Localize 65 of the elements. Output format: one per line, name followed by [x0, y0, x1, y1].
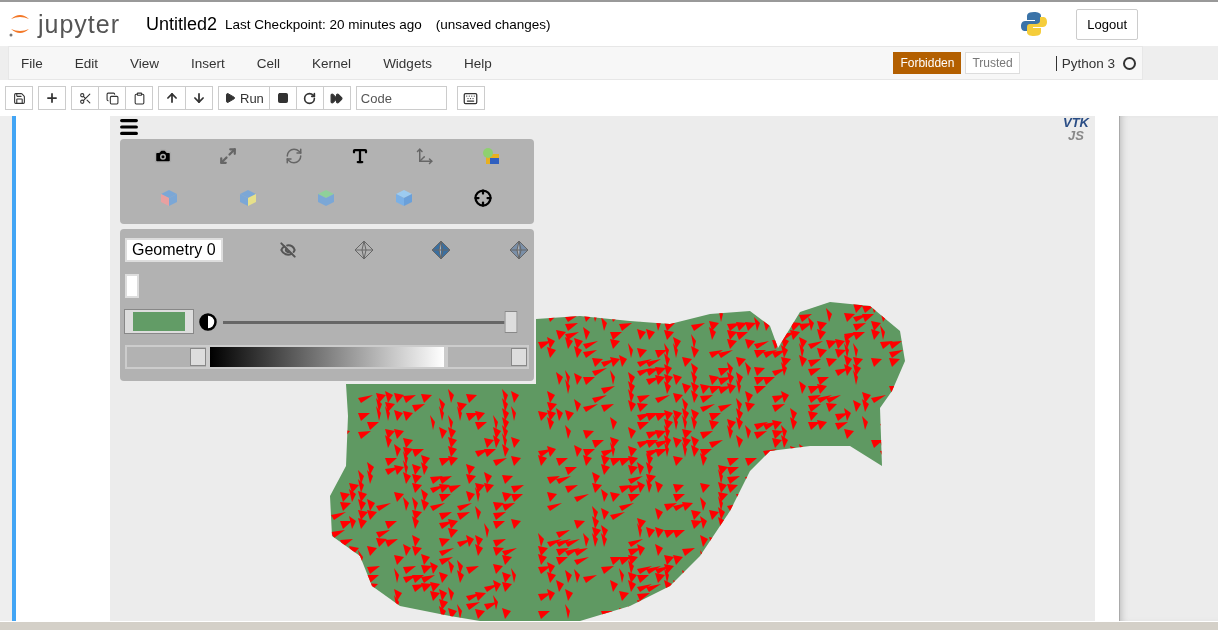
save-button[interactable] [5, 86, 33, 110]
surface-edges-icon[interactable] [508, 240, 529, 260]
python-logo-icon [1020, 10, 1049, 38]
scissors-icon [78, 91, 92, 105]
axes-icon[interactable] [416, 147, 435, 165]
spinner-icon[interactable] [511, 348, 527, 366]
plus-icon [45, 91, 59, 105]
opacity-icon [199, 312, 217, 331]
insert-cell-button[interactable] [38, 86, 66, 110]
trusted-button[interactable]: Trusted [965, 52, 1020, 74]
save-icon [12, 91, 26, 105]
notebook-title[interactable]: Untitled2 [146, 13, 218, 35]
keyboard-button[interactable] [456, 86, 485, 110]
vtk-viewport[interactable]: VTK JS Geometry 0 [110, 116, 1095, 621]
copy-icon [105, 91, 119, 105]
move-down-button[interactable] [185, 86, 213, 110]
run-all-button[interactable] [322, 86, 351, 110]
surface-icon[interactable] [431, 240, 452, 260]
widget-notification[interactable]: Forbidden [893, 52, 962, 74]
color-swatch[interactable] [125, 310, 193, 333]
vtk-logo-text: VTK [1063, 116, 1089, 129]
move-up-button[interactable] [158, 86, 186, 110]
spinner-icon[interactable] [189, 348, 206, 366]
visibility-icon[interactable] [280, 242, 297, 258]
stop-button[interactable] [268, 86, 297, 110]
cut-button[interactable] [71, 86, 99, 110]
colormap-select[interactable] [207, 345, 447, 369]
logout-button[interactable]: Logout [1076, 8, 1138, 40]
range-min-field[interactable] [125, 345, 208, 369]
fast-forward-icon [330, 91, 344, 105]
range-max-field[interactable] [446, 345, 529, 369]
paste-button[interactable] [125, 86, 153, 110]
play-icon [224, 92, 236, 104]
camera-icon[interactable] [153, 147, 172, 165]
menu-item[interactable]: Kernel [304, 55, 366, 71]
save-status: (unsaved changes) [435, 16, 551, 32]
menu-item[interactable]: Edit [66, 55, 113, 71]
rotate-icon[interactable] [285, 147, 304, 165]
copy-button[interactable] [98, 86, 126, 110]
checkpoint-text: Last Checkpoint: 20 minutes ago [225, 16, 422, 32]
component-field[interactable] [125, 274, 139, 298]
menu-item[interactable]: Cell [248, 55, 295, 71]
fullscreen-icon[interactable] [219, 147, 238, 165]
jupyter-logo-text[interactable]: jupyter [38, 9, 121, 39]
restart-button[interactable] [295, 86, 324, 110]
keyboard-icon [463, 90, 479, 106]
crosshair-icon[interactable] [473, 189, 492, 207]
cell-type-select[interactable]: Code [355, 86, 447, 110]
menu-item[interactable]: Insert [183, 55, 239, 71]
cube-icon[interactable] [238, 189, 257, 207]
js-logo-text: JS [1068, 129, 1084, 142]
slider-thumb[interactable] [504, 310, 518, 333]
geometry-select[interactable]: Geometry 0 [125, 238, 223, 262]
menu-item[interactable]: View [122, 55, 174, 71]
palette-icon[interactable] [482, 147, 501, 165]
run-button[interactable]: Run [218, 86, 270, 110]
restart-icon [303, 91, 317, 105]
text-icon[interactable] [350, 147, 369, 165]
kernel-name: Python 3 [1055, 55, 1115, 71]
wireframe-icon[interactable] [353, 240, 374, 260]
menu-item[interactable]: Widgets [375, 55, 446, 71]
clipboard-icon [132, 91, 146, 105]
stop-icon [276, 92, 289, 104]
menu-item[interactable]: Help [455, 55, 506, 71]
menu-item[interactable]: File [13, 55, 57, 71]
